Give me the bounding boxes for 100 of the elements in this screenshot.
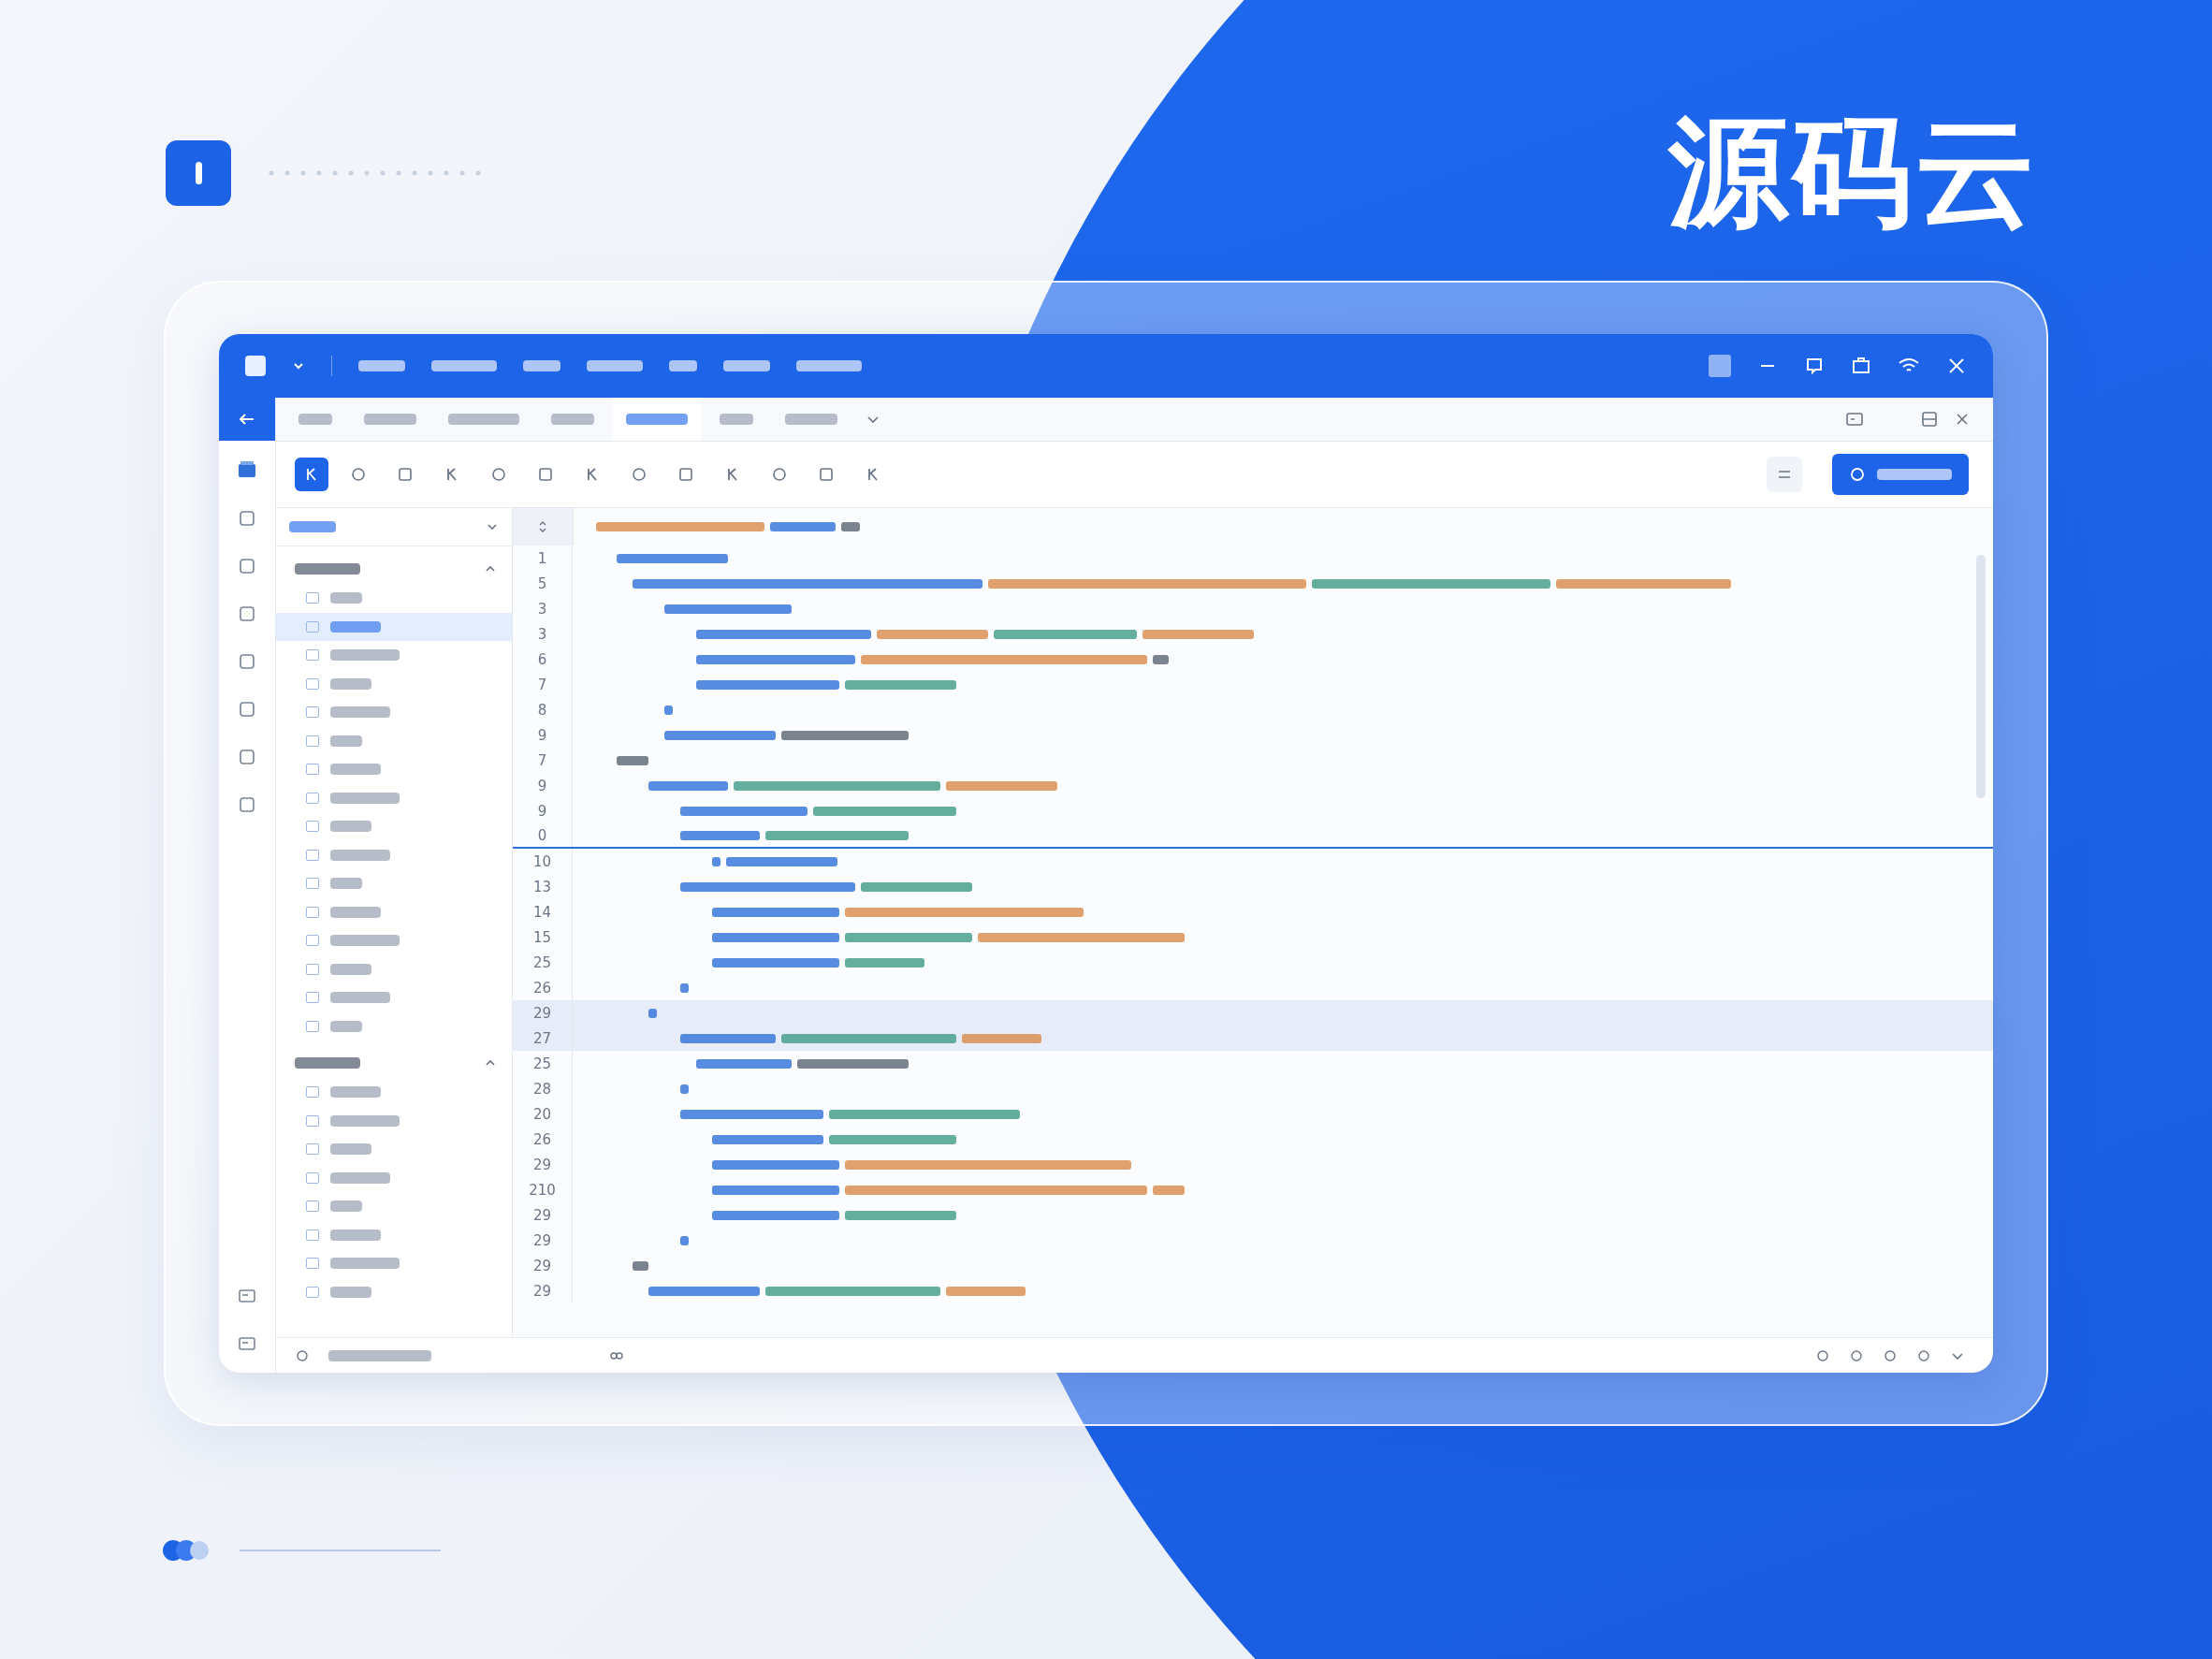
line-number: 7 [513, 672, 573, 697]
code-line-drawing [680, 1235, 689, 1245]
tool-icon [630, 465, 648, 484]
blurred-label [551, 414, 594, 425]
line-number: 8 [513, 697, 573, 722]
tab[interactable] [613, 398, 701, 441]
file-icon [306, 792, 319, 804]
line-number: 0 [513, 823, 573, 847]
line-number: 29 [513, 1278, 573, 1303]
back-button[interactable] [219, 398, 275, 441]
file-icon [306, 1143, 319, 1156]
file-icon [306, 1201, 319, 1213]
tool-icon [817, 465, 836, 484]
line-number: 3 [513, 596, 573, 621]
blurred-label [364, 414, 416, 425]
tool-icon [489, 465, 508, 484]
sidebar-icon[interactable] [237, 794, 257, 815]
split-icon[interactable] [1920, 411, 1939, 428]
file-icon [306, 677, 319, 690]
sidebar-icon[interactable] [237, 604, 257, 624]
file-icon [306, 649, 319, 662]
code-line-drawing [664, 705, 673, 715]
tool-button[interactable] [295, 458, 328, 491]
blurred-label [330, 878, 362, 890]
blurred-menu-label[interactable] [523, 360, 560, 371]
status-icon[interactable] [1849, 1347, 1864, 1363]
tool-icon [396, 465, 415, 484]
line-number: 29 [513, 1228, 573, 1253]
file-icon [306, 706, 319, 719]
blurred-label [785, 414, 837, 425]
line-number: 14 [513, 899, 573, 924]
fold-icon[interactable] [537, 519, 548, 534]
line-number: 10 [513, 849, 573, 874]
chat-icon[interactable] [1804, 356, 1825, 376]
file-icon [306, 821, 319, 833]
file-icon [306, 764, 319, 776]
terminal-icon[interactable] [1845, 411, 1864, 428]
file-icon [306, 1086, 319, 1099]
code-line-drawing [633, 1260, 648, 1271]
blurred-label [330, 821, 371, 833]
filter-button[interactable] [1767, 457, 1802, 492]
sidebar-icon[interactable] [237, 556, 257, 576]
file-icon [306, 849, 319, 861]
file-icon [306, 1258, 319, 1270]
line-number: 210 [513, 1177, 573, 1202]
back-arrow-icon [238, 412, 256, 427]
status-icon[interactable] [1883, 1347, 1898, 1363]
line-number: 9 [513, 722, 573, 748]
tree-item[interactable] [276, 612, 512, 641]
code-line-drawing [680, 982, 689, 993]
line-number: 5 [513, 571, 573, 596]
file-icon [306, 735, 319, 747]
blurred-label [330, 1020, 362, 1032]
line-number: 29 [513, 1202, 573, 1228]
run-button[interactable] [1832, 454, 1969, 495]
sidebar-icon[interactable] [237, 651, 257, 672]
blurred-label [330, 706, 390, 719]
line-number: 15 [513, 924, 573, 950]
blurred-label [330, 1229, 381, 1241]
app-icon[interactable] [245, 356, 266, 376]
blurred-label [330, 849, 390, 861]
line-number: 20 [513, 1101, 573, 1127]
circle-icon [1849, 466, 1866, 483]
blurred-label [330, 764, 381, 776]
tool-icon [770, 465, 789, 484]
file-icon [306, 592, 319, 604]
line-number: 6 [513, 647, 573, 672]
blurred-label [330, 992, 390, 1004]
blurred-label [720, 414, 753, 425]
line-number: 3 [513, 621, 573, 647]
blurred-label [298, 414, 332, 425]
file-icon [306, 906, 319, 918]
status-icon[interactable] [1815, 1347, 1830, 1363]
blurred-menu-label[interactable] [669, 360, 697, 371]
blurred-label [626, 414, 688, 425]
brand-title: 源码云 [1668, 100, 2039, 243]
blurred-label [330, 1201, 362, 1213]
blurred-label [330, 592, 362, 604]
sidebar-icon[interactable] [237, 508, 257, 529]
tool-icon [349, 465, 368, 484]
code-line-drawing [680, 1084, 689, 1094]
file-icon [306, 1171, 319, 1184]
sidebar-icon[interactable] [237, 699, 257, 720]
status-icon[interactable] [1916, 1347, 1931, 1363]
blurred-label [295, 563, 360, 575]
blurred-label [330, 1086, 381, 1099]
blurred-label [289, 521, 336, 532]
tool-icon [536, 465, 555, 484]
line-number: 13 [513, 874, 573, 899]
blurred-label [330, 1171, 390, 1184]
window-icon[interactable] [1851, 356, 1871, 376]
scrollbar[interactable] [1976, 555, 1986, 798]
file-icon [306, 963, 319, 975]
file-icon [306, 992, 319, 1004]
sidebar-icon[interactable] [237, 747, 257, 767]
blurred-label [330, 677, 371, 690]
file-icon [306, 1286, 319, 1298]
line-number: 9 [513, 798, 573, 823]
line-number: 29 [513, 1253, 573, 1278]
file-icon [306, 878, 319, 890]
